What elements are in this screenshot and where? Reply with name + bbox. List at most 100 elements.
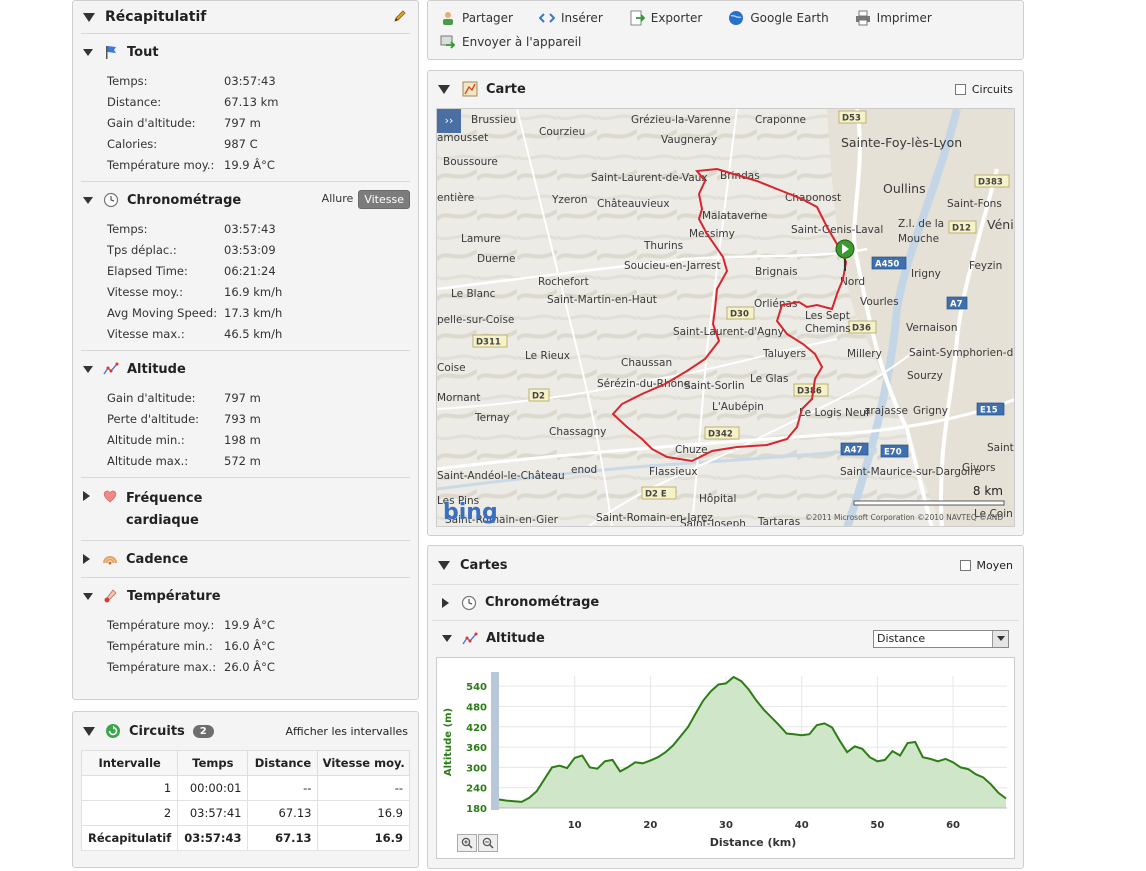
stat-row: Distance: 67.13 km: [73, 91, 418, 112]
share-button[interactable]: Partager: [440, 9, 513, 27]
y-tick-label: 180: [466, 804, 487, 815]
table-row[interactable]: 2 03:57:41 67.13 16.9: [80, 800, 410, 826]
chart-altitude-header[interactable]: Altitude Distance: [432, 620, 1019, 656]
collapse-icon[interactable]: [83, 726, 95, 736]
collapse-icon[interactable]: [438, 560, 450, 570]
cell: 2: [80, 800, 179, 826]
share-label: Partager: [462, 11, 513, 25]
stat-row: Température moy.: 19.9 Â°C: [73, 614, 418, 635]
road-shield: D2: [528, 388, 550, 402]
col-avg-speed[interactable]: Vitesse moy.: [317, 750, 410, 776]
average-checkbox-box[interactable]: [959, 559, 971, 571]
clock-icon: [461, 595, 477, 611]
zoom-in-button[interactable]: [457, 834, 477, 852]
road-label: D53: [842, 114, 861, 124]
stat-row: Temps: 03:57:43: [73, 70, 418, 91]
map-canvas[interactable]: A450 A7 A47 E70 E15 D383 D12 D53 D30 D36 D311 D2 D38…: [436, 108, 1015, 527]
section-all-header[interactable]: Tout: [73, 34, 418, 70]
stat-row: Vitesse moy.: 16.9 km/h: [73, 281, 418, 302]
section-temperature-header[interactable]: Température: [73, 578, 418, 614]
laps-checkbox-box[interactable]: [954, 83, 966, 95]
map-place-label: Chuze: [675, 444, 708, 456]
google-earth-button[interactable]: Google Earth: [728, 9, 829, 27]
map-svg[interactable]: A450 A7 A47 E70 E15 D383 D12 D53 D30 D36 D311 D2 D38…: [437, 109, 1015, 527]
charts-panel: Cartes Moyen Chronométrage Altitude Dist…: [427, 545, 1024, 869]
col-time[interactable]: Temps: [177, 750, 249, 776]
section-all-rows: Temps: 03:57:43 Distance: 67.13 km Gain d'al…: [73, 70, 418, 175]
print-button[interactable]: Imprimer: [855, 9, 932, 27]
map-place-label: Courzieu: [539, 126, 585, 138]
show-intervals-link[interactable]: Afficher les intervalles: [285, 725, 408, 738]
road-label: E15: [980, 406, 998, 416]
stat-row: Température max.: 26.0 Â°C: [73, 656, 418, 677]
expand-map-button[interactable]: ››: [437, 109, 461, 133]
summary-title: Récapitulatif: [105, 9, 207, 25]
map-place-label: Véni: [987, 217, 1014, 232]
table-row[interactable]: 1 00:00:01 -- --: [80, 775, 410, 801]
heart-icon: [102, 488, 118, 504]
map-place-label: Oullins: [883, 181, 926, 196]
laps-checkbox[interactable]: Circuits: [954, 82, 1013, 96]
speed-toggle[interactable]: Vitesse: [358, 190, 410, 209]
road-label: D386: [797, 387, 822, 397]
map-place-label: Sérézin-du-Rhône: [597, 378, 690, 390]
col-distance[interactable]: Distance: [247, 750, 319, 776]
stat-label: Altitude min.:: [107, 432, 185, 447]
axis-select[interactable]: Distance: [873, 629, 1009, 648]
axis-select-value: Distance: [877, 632, 926, 645]
stat-label: Température moy.:: [107, 157, 215, 172]
laps-checkbox-label: Circuits: [971, 82, 1013, 96]
edit-pencil-icon[interactable]: [392, 8, 408, 27]
cell: 16.9: [317, 825, 410, 851]
cell: 1: [80, 775, 179, 801]
zoom-out-button[interactable]: [478, 834, 498, 852]
map-place-label: Tartaras: [757, 516, 800, 527]
road-shield: A450: [871, 256, 907, 270]
send-to-device-button[interactable]: Envoyer à l'appareil: [440, 31, 581, 53]
road-shield: A7: [946, 296, 968, 310]
embed-button[interactable]: Insérer: [538, 9, 603, 27]
map-place-label: Millery: [847, 348, 882, 360]
flag-icon: [103, 44, 119, 60]
section-cadence-title: Cadence: [126, 551, 189, 567]
collapse-icon[interactable]: [442, 635, 452, 642]
average-checkbox[interactable]: Moyen: [959, 559, 1013, 572]
road-shield: D311: [472, 334, 508, 348]
device-icon: [440, 34, 456, 50]
expand-icon[interactable]: [83, 592, 93, 600]
map-place-label: Taluyers: [762, 348, 806, 360]
map-place-label: Le Rieux: [525, 350, 570, 362]
stat-row: Température min.: 16.0 Â°C: [73, 635, 418, 656]
map-place-label: Givors: [962, 462, 995, 474]
map-place-label: Malataverne: [702, 210, 767, 222]
col-interval[interactable]: Intervalle: [80, 750, 179, 776]
section-altitude-header[interactable]: Altitude: [73, 351, 418, 387]
chart-timing-header[interactable]: Chronométrage: [432, 584, 1019, 620]
stat-label: Tps déplac.:: [107, 242, 177, 257]
expand-icon[interactable]: [83, 365, 93, 373]
expand-icon[interactable]: [442, 597, 449, 608]
road-shield: D2 E: [641, 486, 677, 500]
map-place-label: L'Aubépin: [712, 401, 764, 413]
expand-icon[interactable]: [83, 554, 90, 564]
heart-title-line2: cardiaque: [126, 513, 199, 528]
road-label: D30: [730, 310, 749, 320]
section-cadence[interactable]: Cadence: [73, 541, 418, 577]
expand-icon[interactable]: [83, 48, 93, 56]
collapse-icon[interactable]: [83, 12, 95, 22]
y-scroll-strip[interactable]: [491, 672, 499, 810]
chevron-down-icon[interactable]: [992, 630, 1008, 647]
map-place-label: Thurins: [643, 240, 683, 252]
stat-label: Gain d'altitude:: [107, 390, 196, 405]
laps-count-badge: 2: [192, 724, 214, 738]
expand-icon[interactable]: [83, 491, 90, 501]
section-timing-title: Chronométrage: [127, 192, 242, 208]
section-timing-header[interactable]: Chronométrage Allure Vitesse: [73, 182, 418, 218]
export-button[interactable]: Exporter: [629, 9, 702, 27]
summary-header: Récapitulatif: [73, 1, 418, 33]
pace-toggle[interactable]: Allure: [317, 190, 359, 209]
expand-icon[interactable]: [83, 196, 93, 204]
section-heart[interactable]: Fréquence cardiaque: [73, 478, 418, 540]
section-altitude: Altitude Gain d'altitude: 797 m Perte d'al…: [73, 351, 418, 477]
collapse-icon[interactable]: [438, 84, 450, 94]
